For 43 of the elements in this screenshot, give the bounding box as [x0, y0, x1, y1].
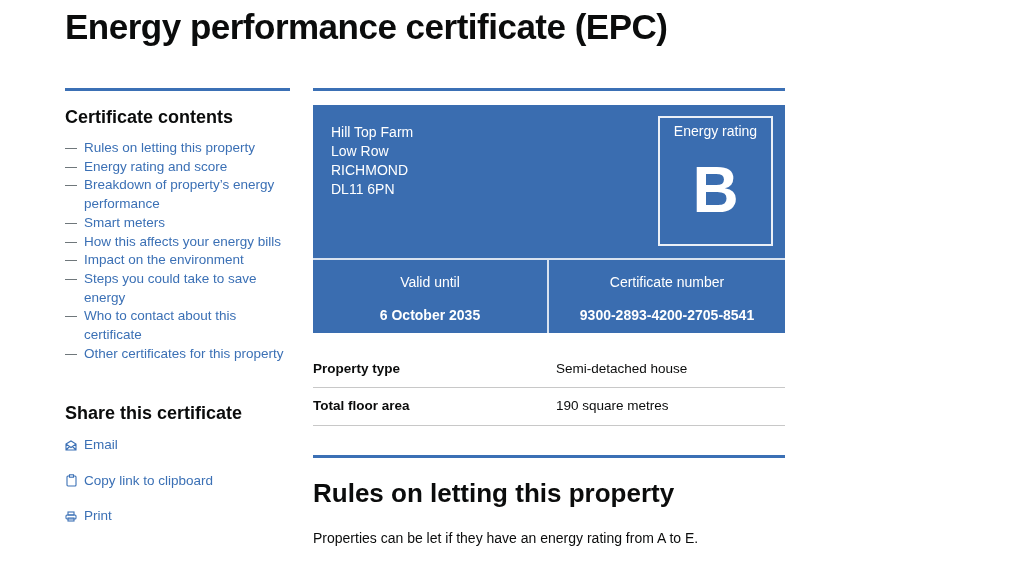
dash-icon: [65, 166, 77, 168]
clipboard-icon: [65, 474, 77, 488]
section-heading: Rules on letting this property: [313, 476, 676, 510]
rating-letter: B: [692, 158, 739, 222]
print-link[interactable]: Print: [84, 505, 112, 527]
address-line: DL11 6PN: [331, 180, 396, 199]
dash-icon: [65, 353, 77, 355]
address-line: Low Row: [331, 142, 390, 161]
contents-link[interactable]: How this affects your energy bills: [84, 232, 282, 252]
contents-link[interactable]: Other certificates for this property: [84, 344, 284, 364]
dash-icon: [65, 278, 77, 280]
dash-icon: [65, 222, 77, 224]
section-heading: Certificate contents: [65, 106, 235, 129]
dash-icon: [65, 316, 77, 318]
valid-until-date: 6 October 2035: [379, 306, 481, 325]
rating-label: Energy rating: [673, 122, 758, 141]
contents-link[interactable]: Who to contact about this certificate: [84, 307, 290, 345]
address-line: RICHMOND: [331, 161, 409, 180]
section-text: Properties can be let if they have an energy rating from A to E.: [313, 528, 700, 548]
dash-icon: [65, 241, 77, 243]
address-line: Hill Top Farm: [331, 123, 414, 142]
copy-link[interactable]: Copy link to clipboard: [84, 470, 214, 491]
summary-key: Total floor area: [313, 396, 556, 417]
page-title: Energy performance certificate (EPC): [65, 6, 669, 48]
certificate-number: 9300-2893-4200-2705-8541: [579, 306, 755, 325]
contents-link[interactable]: Impact on the environment: [84, 251, 244, 270]
summary-value: 190 square metres: [556, 397, 669, 416]
dash-icon: [65, 185, 77, 187]
summary-key: Property type: [313, 359, 556, 380]
valid-until-label: Valid until: [400, 273, 460, 292]
contents-link[interactable]: Rules on letting this property: [84, 139, 256, 158]
contents-link[interactable]: Steps you could take to save energy: [84, 269, 290, 308]
summary-value: Semi-detached house: [556, 360, 688, 378]
certificate-number-label: Certificate number: [609, 273, 725, 292]
email-link[interactable]: Email: [84, 435, 118, 456]
printer-icon: [65, 510, 77, 522]
section-heading: Share this certificate: [65, 402, 244, 426]
contents-link[interactable]: Smart meters: [84, 213, 165, 233]
contents-link[interactable]: Energy rating and score: [84, 157, 228, 177]
contents-link[interactable]: Breakdown of property’s energy performance: [84, 176, 290, 214]
envelope-icon: [65, 440, 77, 452]
dash-icon: [65, 148, 77, 149]
dash-icon: [65, 260, 77, 262]
